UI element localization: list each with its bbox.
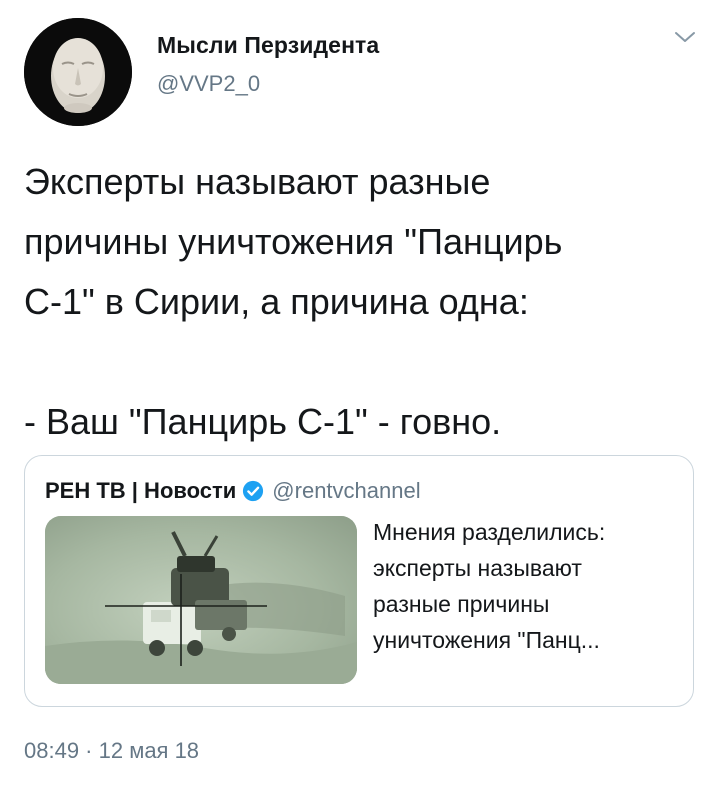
author-display-name[interactable]: Мысли Перзидента xyxy=(157,32,379,59)
quoted-author-handle: @rentvchannel xyxy=(272,478,421,503)
tweet-text: Эксперты называют разные причины уничтож… xyxy=(24,152,704,452)
tweet: Мысли Перзидента @VVP2_0 Эксперты называ… xyxy=(0,0,720,797)
chevron-down-icon[interactable] xyxy=(674,30,696,44)
tweet-text-line: - Ваш "Панцирь С-1" - говно. xyxy=(24,401,502,442)
verified-badge-icon xyxy=(243,480,264,502)
mask-avatar-icon[interactable] xyxy=(24,18,132,126)
quoted-tweet-text: Мнения разделились: эксперты называют ра… xyxy=(373,514,683,658)
quoted-tweet-card[interactable]: РЕН ТВ | Новости @rentvchannel Мнения ра… xyxy=(24,455,694,707)
quoted-text-line: разные причины xyxy=(373,591,550,617)
thumbnail-image xyxy=(45,516,357,684)
military-vehicle-crosshair-image[interactable] xyxy=(45,516,357,684)
quoted-text-line: эксперты называют xyxy=(373,555,582,581)
quoted-tweet-header: РЕН ТВ | Новости @rentvchannel xyxy=(45,476,421,506)
tweet-timestamp[interactable]: 08:49 · 12 мая 18 xyxy=(24,738,199,764)
tweet-text-line: Эксперты называют разные xyxy=(24,161,491,202)
author-handle[interactable]: @VVP2_0 xyxy=(157,71,260,97)
avatar-image xyxy=(24,18,132,126)
tweet-text-line: причины уничтожения "Панцирь xyxy=(24,221,563,262)
tweet-text-line: С-1" в Сирии, а причина одна: xyxy=(24,281,529,322)
quoted-author-name: РЕН ТВ | Новости xyxy=(45,478,237,503)
quoted-text-line: Мнения разделились: xyxy=(373,519,606,545)
quoted-text-line: уничтожения "Панц... xyxy=(373,627,600,653)
